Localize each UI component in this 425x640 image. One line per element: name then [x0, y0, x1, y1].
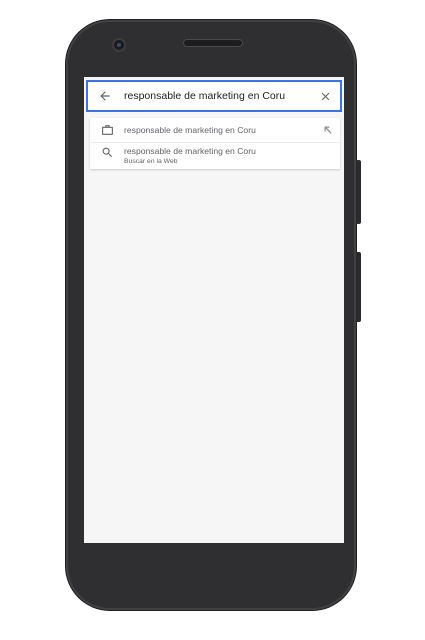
power-button [356, 160, 361, 224]
suggestion-text: responsable de marketing en Coru Buscar … [124, 146, 340, 166]
suggestion-web-search[interactable]: responsable de marketing en Coru Buscar … [90, 143, 340, 169]
arrow-back-icon[interactable] [90, 82, 120, 110]
briefcase-icon [90, 124, 124, 136]
front-camera [114, 40, 124, 50]
arrow-up-left-icon[interactable] [316, 124, 340, 136]
search-bar [86, 80, 342, 112]
earpiece-speaker [184, 40, 242, 46]
phone-screen: responsable de marketing en Coru respons… [84, 77, 344, 543]
search-input[interactable] [120, 86, 312, 106]
volume-button [356, 252, 361, 322]
suggestion-sublabel: Buscar en la Web [124, 158, 178, 165]
suggestions-list: responsable de marketing en Coru respons… [90, 118, 340, 169]
suggestion-label: responsable de marketing en Coru [124, 124, 256, 135]
suggestion-text: responsable de marketing en Coru [124, 125, 316, 136]
close-icon[interactable] [312, 82, 338, 110]
search-icon [90, 146, 124, 159]
suggestion-label: responsable de marketing en Coru [124, 146, 256, 156]
suggestion-job-search[interactable]: responsable de marketing en Coru [90, 118, 340, 143]
stage: responsable de marketing en Coru respons… [0, 0, 425, 640]
